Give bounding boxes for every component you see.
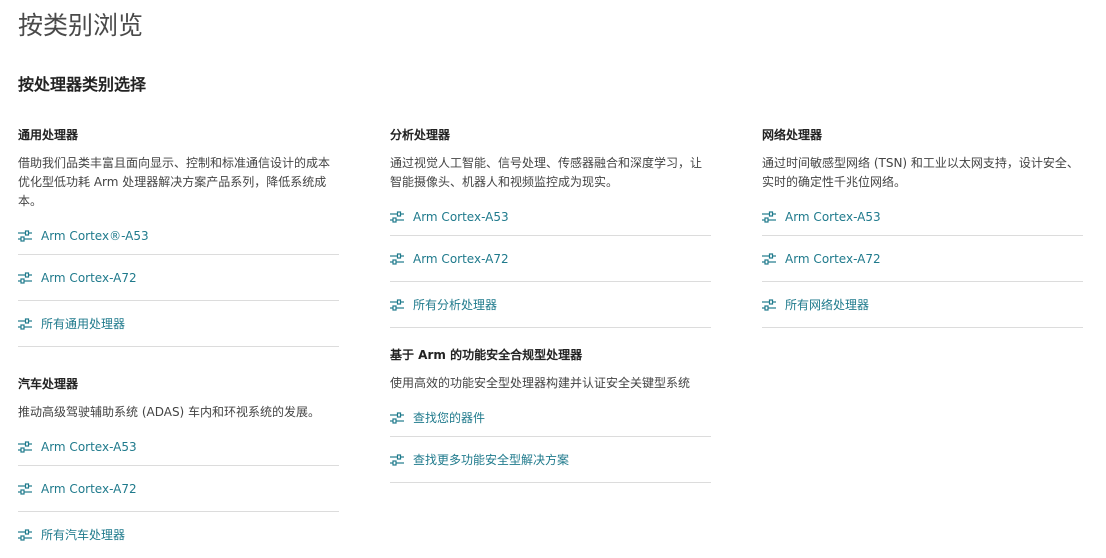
- link-label: 查找您的器件: [413, 410, 486, 425]
- link-arm-cortex-a72[interactable]: Arm Cortex-A72: [762, 236, 1083, 282]
- sliders-icon: [390, 411, 404, 424]
- link-arm-cortex-a53[interactable]: Arm Cortex-A53: [762, 198, 1083, 236]
- sliders-icon: [762, 210, 776, 223]
- category-title: 通用处理器: [18, 128, 79, 142]
- link-arm-cortex-a53[interactable]: Arm Cortex-A53: [390, 198, 711, 236]
- link-label: 所有汽车处理器: [41, 528, 126, 542]
- category-general-processors: 通用处理器 借助我们品类丰富且面向显示、控制和标准通信设计的成本优化型低功耗 A…: [18, 126, 339, 347]
- column-3: 网络处理器 通过时间敏感型网络 (TSN) 和工业以太网支持，设计安全、实时的确…: [762, 126, 1083, 328]
- sliders-icon: [18, 317, 32, 330]
- link-arm-cortex-a72[interactable]: Arm Cortex-A72: [18, 466, 339, 512]
- link-all-network-processors[interactable]: 所有网络处理器: [762, 282, 1083, 328]
- sliders-icon: [18, 440, 32, 453]
- sliders-icon: [390, 453, 404, 466]
- link-label: 所有通用处理器: [41, 316, 126, 331]
- sliders-icon: [18, 271, 32, 284]
- category-network-processors: 网络处理器 通过时间敏感型网络 (TSN) 和工业以太网支持，设计安全、实时的确…: [762, 126, 1083, 328]
- link-label: 所有网络处理器: [785, 297, 870, 312]
- link-label: Arm Cortex-A72: [41, 481, 137, 496]
- category-description: 通过时间敏感型网络 (TSN) 和工业以太网支持，设计安全、实时的确定性千兆位网…: [762, 156, 1079, 189]
- category-description: 推动高级驾驶辅助系统 (ADAS) 车内和环视系统的发展。: [18, 405, 321, 419]
- link-arm-cortex-a72[interactable]: Arm Cortex-A72: [390, 236, 711, 282]
- section-title: 按处理器类别选择: [18, 75, 147, 94]
- sliders-icon: [18, 229, 32, 242]
- link-all-automotive-processors[interactable]: 所有汽车处理器: [18, 512, 339, 558]
- link-more-safety-solutions[interactable]: 查找更多功能安全型解决方案: [390, 437, 711, 483]
- link-list: Arm Cortex®-A53 Arm Cortex-A72 所有通用处理器: [18, 217, 339, 347]
- category-title: 分析处理器: [390, 128, 451, 142]
- link-label: 查找更多功能安全型解决方案: [413, 452, 570, 467]
- sliders-icon: [390, 252, 404, 265]
- link-list: 查找您的器件 查找更多功能安全型解决方案: [390, 399, 711, 483]
- link-arm-cortex-a53[interactable]: Arm Cortex®-A53: [18, 217, 339, 255]
- category-description: 借助我们品类丰富且面向显示、控制和标准通信设计的成本优化型低功耗 Arm 处理器…: [18, 156, 331, 208]
- link-list: Arm Cortex-A53 Arm Cortex-A72 所有网络处理器: [762, 198, 1083, 328]
- link-all-general-processors[interactable]: 所有通用处理器: [18, 301, 339, 347]
- category-functional-safety-processors: 基于 Arm 的功能安全合规型处理器 使用高效的功能安全型处理器构建并认证安全关…: [390, 346, 711, 483]
- link-label: Arm Cortex-A53: [413, 209, 509, 224]
- category-description: 通过视觉人工智能、信号处理、传感器融合和深度学习，让智能摄像头、机器人和视频监控…: [390, 156, 703, 189]
- sliders-icon: [18, 529, 32, 541]
- sliders-icon: [762, 298, 776, 311]
- link-arm-cortex-a53[interactable]: Arm Cortex-A53: [18, 428, 339, 466]
- link-all-analytics-processors[interactable]: 所有分析处理器: [390, 282, 711, 328]
- link-label: Arm Cortex-A72: [41, 270, 137, 285]
- category-description: 使用高效的功能安全型处理器构建并认证安全关键型系统: [390, 376, 691, 390]
- sliders-icon: [390, 298, 404, 311]
- sliders-icon: [18, 482, 32, 495]
- category-analytics-processors: 分析处理器 通过视觉人工智能、信号处理、传感器融合和深度学习，让智能摄像头、机器…: [390, 126, 711, 328]
- link-find-your-device[interactable]: 查找您的器件: [390, 399, 711, 437]
- category-title: 基于 Arm 的功能安全合规型处理器: [390, 348, 583, 362]
- sliders-icon: [390, 210, 404, 223]
- link-label: Arm Cortex-A53: [785, 209, 881, 224]
- column-1: 通用处理器 借助我们品类丰富且面向显示、控制和标准通信设计的成本优化型低功耗 A…: [18, 126, 339, 558]
- page-title: 按类别浏览: [18, 11, 144, 40]
- link-arm-cortex-a72[interactable]: Arm Cortex-A72: [18, 255, 339, 301]
- category-title: 汽车处理器: [18, 377, 79, 391]
- link-list: Arm Cortex-A53 Arm Cortex-A72 所有分析处理器: [390, 198, 711, 328]
- link-label: 所有分析处理器: [413, 297, 498, 312]
- sliders-icon: [762, 252, 776, 265]
- link-label: Arm Cortex-A53: [41, 439, 137, 454]
- link-list: Arm Cortex-A53 Arm Cortex-A72 所有汽车处理器: [18, 428, 339, 558]
- link-label: Arm Cortex-A72: [413, 251, 509, 266]
- link-label: Arm Cortex®-A53: [41, 228, 149, 243]
- link-label: Arm Cortex-A72: [785, 251, 881, 266]
- column-2: 分析处理器 通过视觉人工智能、信号处理、传感器融合和深度学习，让智能摄像头、机器…: [390, 126, 711, 483]
- category-title: 网络处理器: [762, 128, 823, 142]
- category-automotive-processors: 汽车处理器 推动高级驾驶辅助系统 (ADAS) 车内和环视系统的发展。 Arm …: [18, 375, 339, 558]
